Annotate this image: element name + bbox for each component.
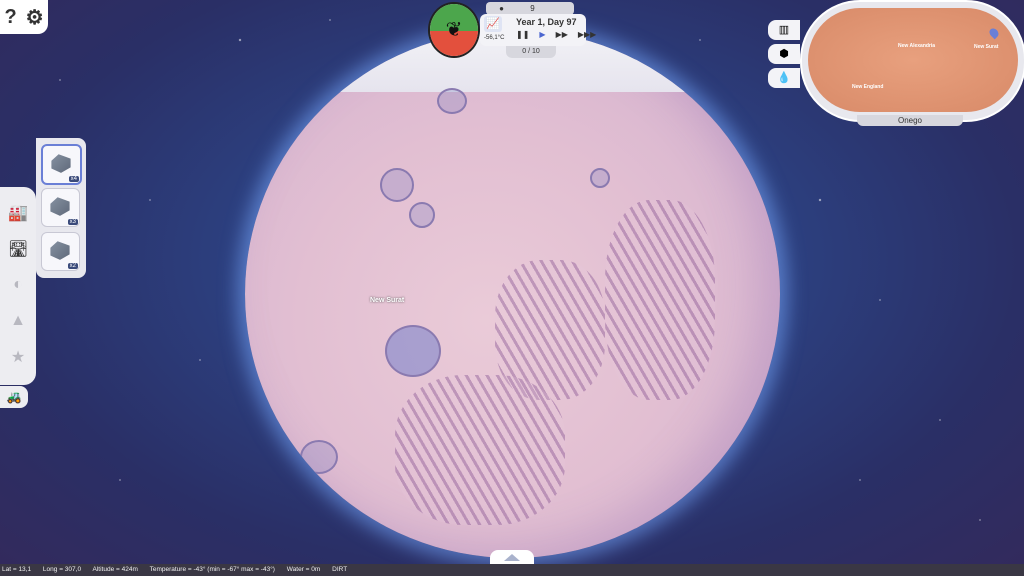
region-name: Onego: [857, 115, 963, 126]
builder-icon: [50, 241, 70, 260]
vehicle-panel: x4 x3 x2: [36, 138, 86, 278]
bulldozer-icon[interactable]: 🚜: [0, 386, 28, 408]
vehicle-slot[interactable]: x2: [41, 232, 80, 271]
planet-globe[interactable]: [245, 30, 780, 558]
mountain-icon[interactable]: ▲: [7, 311, 29, 331]
minimap-label: New Surat: [974, 44, 999, 50]
buildings-layer-icon[interactable]: ▥: [768, 20, 800, 40]
water-readout: Water = 0m: [286, 566, 321, 573]
vehicle-count: x4: [68, 176, 79, 182]
soil-readout: DIRT: [332, 566, 348, 573]
status-bar: Lat = 13,1 Long = 307,0 Altitude = 424m …: [0, 564, 1024, 576]
vehicle-count: x2: [67, 263, 78, 269]
terraform-emblem[interactable]: ❦: [428, 2, 480, 58]
longitude-readout: Long = 307,0: [42, 566, 82, 573]
play-button[interactable]: ▶: [539, 30, 545, 39]
crater: [300, 440, 338, 474]
temperature-readout: Temperature = -43° (min = -67° max = -43…: [149, 566, 275, 573]
rover-icon: [51, 154, 71, 173]
time-controls: ❚❚ ▶ ▶▶ ▶▶▶: [516, 30, 596, 39]
fast-forward-button[interactable]: ▶▶: [556, 30, 568, 39]
globe-icon[interactable]: ◐: [7, 275, 29, 295]
seedling-icon: ❦: [445, 19, 463, 41]
top-hud: ● 9 📈 Year 1, Day 97 -56,1°C ❚❚ ▶ ▶▶ ▶▶▶…: [428, 2, 596, 58]
crater: [409, 202, 435, 228]
minimap-surface: [808, 8, 1018, 112]
chevron-up-icon: [504, 553, 520, 561]
vehicle-slot[interactable]: x3: [41, 188, 80, 227]
vehicle-slot[interactable]: x4: [41, 144, 82, 185]
crater: [385, 325, 441, 377]
fastest-forward-button[interactable]: ▶▶▶: [578, 30, 596, 39]
resources-layer-icon[interactable]: ⬢: [768, 44, 800, 64]
factory-icon[interactable]: 🏭: [7, 203, 29, 223]
altitude-readout: Altitude = 424m: [92, 566, 138, 573]
help-icon[interactable]: ?: [4, 6, 16, 29]
population-count: 9: [530, 4, 535, 13]
gear-icon[interactable]: ⚙: [26, 5, 44, 30]
minimap[interactable]: New Alexandria New Surat New England: [800, 0, 1024, 122]
build-category-sidebar: 🏭 🛣 ◐ ▲ ★: [0, 187, 36, 385]
mountain-ridge: [605, 200, 715, 400]
minimap-label: New England: [852, 84, 884, 90]
city-label[interactable]: New Surat: [370, 297, 404, 304]
help-settings-panel: ? ⚙: [0, 0, 48, 34]
crater: [437, 88, 467, 114]
road-icon[interactable]: 🛣: [7, 239, 29, 259]
latitude-readout: Lat = 13,1: [2, 566, 32, 573]
progress-counter: 0 / 10: [506, 46, 556, 58]
expand-panel-button[interactable]: [490, 550, 534, 564]
person-icon: ●: [499, 4, 504, 13]
graph-icon[interactable]: 📈: [484, 16, 502, 32]
minimap-label: New Alexandria: [898, 43, 936, 49]
star-icon[interactable]: ★: [7, 347, 29, 367]
digger-icon: [50, 197, 70, 216]
mountain-ridge: [395, 375, 565, 525]
vehicle-count: x3: [67, 219, 78, 225]
date-label: Year 1, Day 97: [516, 17, 577, 27]
pause-button[interactable]: ❚❚: [516, 30, 529, 39]
crater: [380, 168, 414, 202]
temperature-label: -56,1°C: [484, 35, 505, 41]
water-layer-icon[interactable]: 💧: [768, 68, 800, 88]
crater: [590, 168, 610, 188]
map-layer-tabs: ▥ ⬢ 💧: [768, 20, 800, 88]
